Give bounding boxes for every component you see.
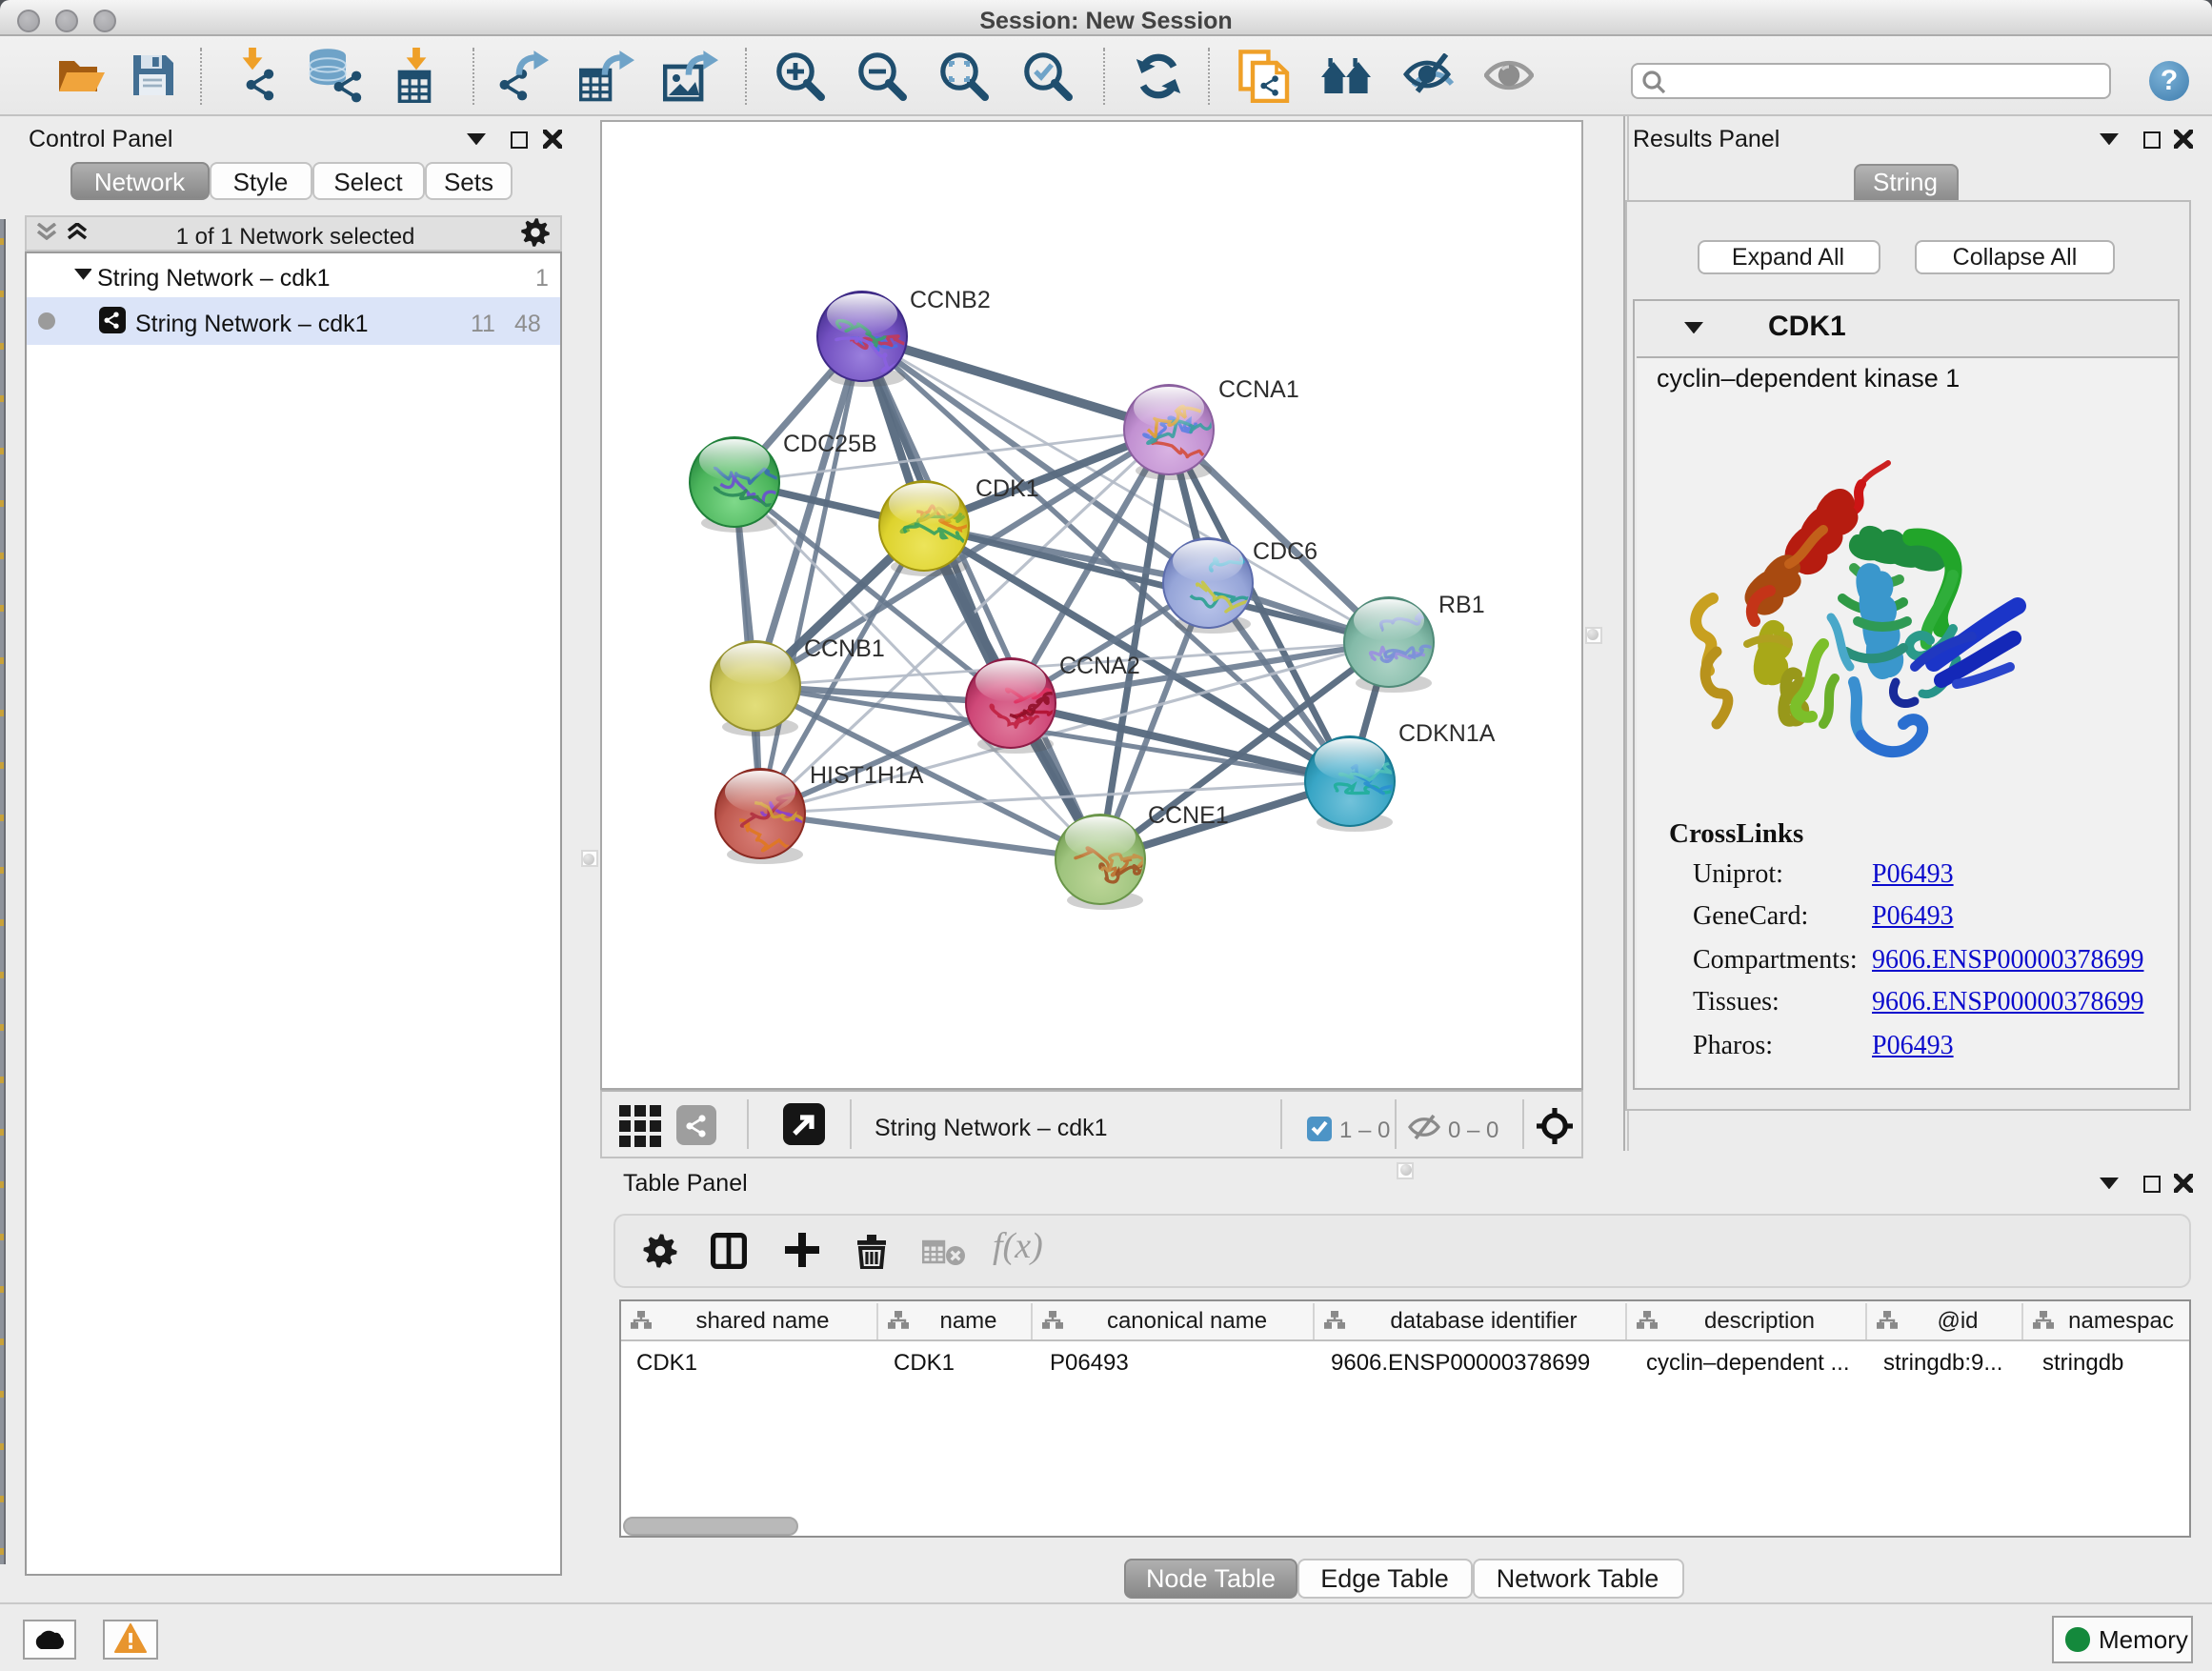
svg-text:CCNE1: CCNE1 xyxy=(1147,802,1228,829)
svg-text:CDKN1A: CDKN1A xyxy=(1398,720,1495,747)
svg-text:CDK1: CDK1 xyxy=(975,475,1038,502)
svg-text:CCNA2: CCNA2 xyxy=(1058,653,1139,679)
svg-text:RB1: RB1 xyxy=(1438,592,1484,618)
svg-text:CCNA1: CCNA1 xyxy=(1217,376,1298,403)
svg-text:CCNB1: CCNB1 xyxy=(803,635,884,662)
svg-text:CCNB2: CCNB2 xyxy=(909,287,990,313)
svg-text:CDC25B: CDC25B xyxy=(782,431,876,457)
svg-text:CDC6: CDC6 xyxy=(1252,538,1317,565)
svg-text:HIST1H1A: HIST1H1A xyxy=(809,762,923,789)
